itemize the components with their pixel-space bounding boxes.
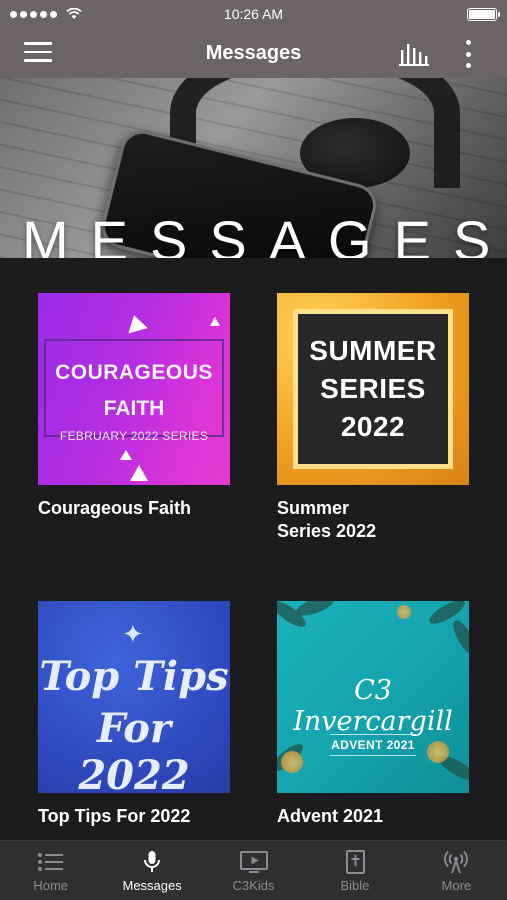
artwork-text: 2022 bbox=[340, 411, 406, 442]
series-card-summer-series[interactable]: SUMMER SERIES 2022 Summer Series 2022 bbox=[277, 293, 469, 543]
tab-label: More bbox=[441, 878, 472, 893]
audio-levels-button[interactable] bbox=[398, 40, 430, 68]
battery-icon bbox=[467, 7, 500, 21]
artwork-subtext: ADVENT 2021 bbox=[277, 734, 469, 756]
tab-label: Home bbox=[33, 878, 69, 893]
more-vertical-icon bbox=[465, 40, 471, 45]
wifi-icon bbox=[66, 8, 82, 19]
tab-bible[interactable]: Bible bbox=[304, 841, 405, 900]
audio-levels-icon bbox=[399, 44, 429, 66]
tab-more[interactable]: More bbox=[406, 841, 507, 900]
tab-label: Messages bbox=[122, 878, 182, 893]
sparkle-icon: ✦ bbox=[122, 619, 144, 649]
hero-banner: MESSAGES bbox=[0, 78, 507, 258]
nav-bar: Messages bbox=[0, 28, 507, 78]
series-artwork[interactable]: ✦ Top Tips For 2022 bbox=[38, 601, 230, 793]
series-artwork[interactable]: C3 Invercargill ADVENT 2021 bbox=[277, 601, 469, 793]
series-title[interactable]: Advent 2021 bbox=[277, 805, 469, 828]
artwork-text: SUMMER bbox=[309, 335, 437, 366]
broadcast-icon bbox=[444, 850, 469, 874]
signal-strength-icon bbox=[10, 8, 82, 20]
hero-title: MESSAGES bbox=[22, 209, 507, 258]
list-icon bbox=[37, 853, 63, 871]
series-title[interactable]: Summer Series 2022 bbox=[277, 497, 469, 543]
series-title[interactable]: Courageous Faith bbox=[38, 497, 230, 520]
message-series-grid: COURAGEOUS FAITH FEBRUARY 2022 SERIES Co… bbox=[0, 258, 507, 840]
series-title-line: Summer bbox=[277, 498, 350, 518]
bible-icon bbox=[345, 850, 365, 874]
more-options-button[interactable] bbox=[458, 38, 478, 70]
artwork-subtext: FEBRUARY 2022 SERIES bbox=[59, 429, 209, 443]
tab-home[interactable]: Home bbox=[0, 841, 101, 900]
series-title-line: Series 2022 bbox=[277, 521, 377, 541]
series-card-advent[interactable]: C3 Invercargill ADVENT 2021 Advent 2021 bbox=[277, 601, 469, 828]
series-title[interactable]: Top Tips For 2022 bbox=[38, 805, 230, 828]
hamburger-menu-button[interactable] bbox=[24, 42, 52, 64]
tab-c3kids[interactable]: C3Kids bbox=[203, 841, 304, 900]
series-artwork[interactable]: SUMMER SERIES 2022 bbox=[277, 293, 469, 485]
tab-label: Bible bbox=[340, 878, 370, 893]
artwork-text: SERIES bbox=[320, 373, 426, 404]
page-title: Messages bbox=[205, 41, 302, 64]
artwork-text: FAITH bbox=[103, 397, 165, 420]
artwork-text: For 2022 bbox=[78, 705, 190, 793]
bottom-tab-bar: Home Messages C3Kids Bible More bbox=[0, 840, 507, 900]
artwork-text: C3 Invercargill bbox=[293, 675, 453, 737]
artwork-text: Top Tips bbox=[39, 653, 229, 700]
series-card-courageous-faith[interactable]: COURAGEOUS FAITH FEBRUARY 2022 SERIES Co… bbox=[38, 293, 230, 520]
status-bar: 10:26 AM bbox=[0, 0, 507, 28]
microphone-icon bbox=[144, 851, 161, 872]
series-artwork[interactable]: COURAGEOUS FAITH FEBRUARY 2022 SERIES bbox=[38, 293, 230, 485]
artwork-text: COURAGEOUS bbox=[55, 361, 213, 384]
tab-label: C3Kids bbox=[232, 878, 275, 893]
series-card-top-tips[interactable]: ✦ Top Tips For 2022 Top Tips For 2022 bbox=[38, 601, 230, 828]
tv-play-icon bbox=[239, 851, 268, 873]
tab-messages[interactable]: Messages bbox=[101, 841, 202, 900]
